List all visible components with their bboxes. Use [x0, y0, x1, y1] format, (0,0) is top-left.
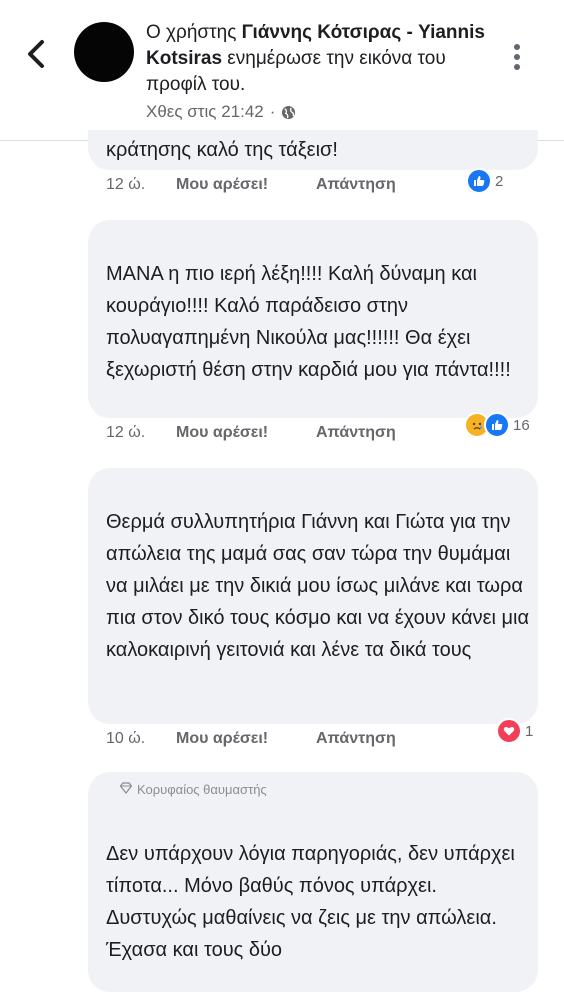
like-link[interactable]: Μου αρέσει! — [176, 176, 316, 194]
comment-actions: 10 ώ. Μου αρέσει! Απάντηση — [106, 730, 396, 748]
like-reaction-icon — [484, 412, 510, 438]
reaction-summary[interactable]: 16 — [464, 412, 530, 438]
more-vertical-icon[interactable] — [514, 44, 520, 70]
reaction-summary[interactable]: 2 — [466, 168, 503, 194]
comment-text: κράτησης καλό της τάξεισ! — [106, 139, 338, 161]
like-link[interactable]: Μου αρέσει! — [176, 424, 316, 442]
top-fan-badge: Κορυφαίος θαυμαστής — [119, 782, 267, 797]
like-link[interactable]: Μου αρέσει! — [176, 730, 316, 748]
comment-time[interactable]: 10 ώ. — [106, 730, 176, 748]
badge-label: Κορυφαίος θαυμαστής — [137, 782, 267, 797]
comment-time[interactable]: 12 ώ. — [106, 424, 176, 442]
reaction-summary[interactable]: 1 — [496, 718, 533, 744]
reaction-count: 1 — [525, 722, 534, 740]
heart-reaction-icon — [496, 718, 522, 744]
comment-actions: 12 ώ. Μου αρέσει! Απάντηση — [106, 176, 396, 194]
comment-actions: 12 ώ. Μου αρέσει! Απάντηση — [106, 424, 396, 442]
post-meta: Χθες στις 21:42 · — [146, 102, 296, 122]
like-reaction-icon — [466, 168, 492, 194]
reply-link[interactable]: Απάντηση — [316, 730, 396, 748]
diamond-icon — [119, 782, 133, 797]
comment-text: ΜΑΝΑ η πιο ιερή λέξη!!!! Καλή δύναμη και… — [106, 263, 511, 381]
globe-icon — [281, 105, 296, 120]
reply-link[interactable]: Απάντηση — [316, 176, 396, 194]
comment-bubble: κράτησης καλό της τάξεισ! — [88, 130, 538, 170]
post-timestamp[interactable]: Χθες στις 21:42 — [146, 102, 264, 122]
separator: · — [269, 102, 276, 121]
reply-link[interactable]: Απάντηση — [316, 424, 396, 442]
comment-text: Δεν υπάρχουν λόγια παρηγοριάς, δεν υπάρχ… — [106, 843, 515, 961]
comment-text: Θερμά συλλυπητήρια Γιάννη και Γιώτα για … — [106, 511, 530, 661]
comment-time[interactable]: 12 ώ. — [106, 176, 176, 194]
reaction-count: 16 — [513, 416, 530, 434]
chevron-left-icon[interactable] — [22, 36, 52, 72]
post-title: Ο χρήστης Γιάννης Κότσιρας - Yiannis Kot… — [146, 22, 485, 95]
avatar[interactable] — [74, 22, 134, 82]
reaction-count: 2 — [495, 172, 504, 190]
post-header: Ο χρήστης Γιάννης Κότσιρας - Yiannis Kot… — [0, 0, 564, 140]
